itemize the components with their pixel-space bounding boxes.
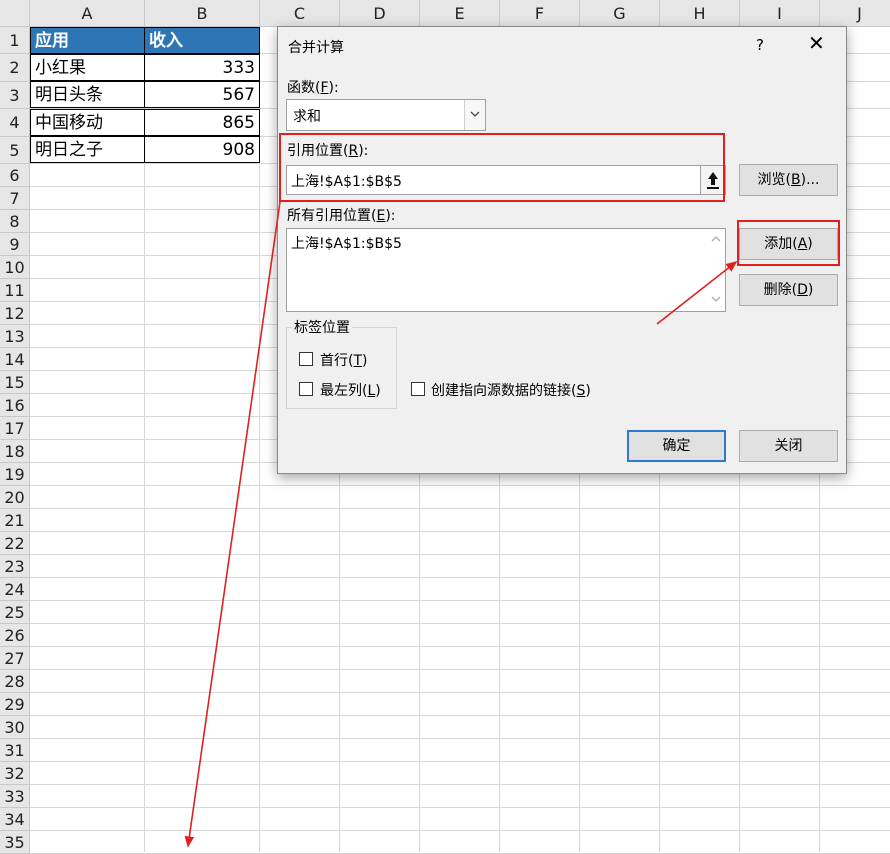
row-header-17[interactable]: 17 <box>0 417 30 440</box>
row-header-21[interactable]: 21 <box>0 509 30 532</box>
row-header-22[interactable]: 22 <box>0 532 30 555</box>
link-to-source-checkbox[interactable] <box>411 382 425 396</box>
grid-hline <box>30 531 890 532</box>
row-header-23[interactable]: 23 <box>0 555 30 578</box>
left-column-checkbox[interactable] <box>299 382 313 396</box>
close-icon[interactable]: ✕ <box>808 33 825 53</box>
grid-hline <box>30 692 890 693</box>
row-header-12[interactable]: 12 <box>0 302 30 325</box>
all-references-label: 所有引用位置(E): <box>287 208 396 224</box>
column-header-j[interactable]: J <box>820 0 890 27</box>
grid-hline <box>30 738 890 739</box>
left-column-label: 最左列(L) <box>320 383 381 399</box>
scrollbar[interactable] <box>707 229 725 311</box>
row-header-19[interactable]: 19 <box>0 463 30 486</box>
row-header-1[interactable]: 1 <box>0 27 30 55</box>
grid-hline <box>30 623 890 624</box>
cell-b2[interactable]: 333 <box>144 54 260 81</box>
column-header-g[interactable]: G <box>580 0 660 27</box>
row-header-30[interactable]: 30 <box>0 716 30 739</box>
column-header-c[interactable]: C <box>260 0 340 27</box>
select-all-corner[interactable] <box>0 0 30 27</box>
grid-hline <box>30 554 890 555</box>
row-header-4[interactable]: 4 <box>0 109 30 137</box>
column-header-b[interactable]: B <box>145 0 260 27</box>
grid-hline <box>30 761 890 762</box>
row-header-3[interactable]: 3 <box>0 81 30 110</box>
help-icon[interactable]: ? <box>756 36 764 54</box>
function-value: 求和 <box>293 109 321 125</box>
first-row-label: 首行(T) <box>320 353 368 369</box>
row-header-8[interactable]: 8 <box>0 210 30 233</box>
row-header-35[interactable]: 35 <box>0 831 30 854</box>
row-header-5[interactable]: 5 <box>0 136 30 164</box>
grid-hline <box>30 600 890 601</box>
cell-a4[interactable]: 中国移动 <box>30 109 145 136</box>
row-header-31[interactable]: 31 <box>0 739 30 762</box>
ok-button[interactable]: 确定 <box>627 430 726 462</box>
dialog-title: 合并计算 <box>288 40 344 56</box>
column-header-f[interactable]: F <box>500 0 580 27</box>
close-button[interactable]: 关闭 <box>739 430 838 462</box>
row-header-16[interactable]: 16 <box>0 394 30 417</box>
function-select[interactable]: 求和 <box>286 99 486 131</box>
grid-hline <box>30 508 890 509</box>
grid-hline <box>30 577 890 578</box>
row-header-29[interactable]: 29 <box>0 693 30 716</box>
row-header-13[interactable]: 13 <box>0 325 30 348</box>
label-position-title: 标签位置 <box>292 317 352 337</box>
row-header-18[interactable]: 18 <box>0 440 30 463</box>
list-item[interactable]: 上海!$A$1:$B$5 <box>291 233 402 253</box>
cell-b3[interactable]: 567 <box>144 81 260 108</box>
add-button-highlight-box <box>737 220 840 266</box>
row-header-24[interactable]: 24 <box>0 578 30 601</box>
grid-hline <box>30 646 890 647</box>
cell-a5[interactable]: 明日之子 <box>30 136 145 163</box>
row-header-10[interactable]: 10 <box>0 256 30 279</box>
grid-hline <box>30 669 890 670</box>
row-header-26[interactable]: 26 <box>0 624 30 647</box>
row-header-11[interactable]: 11 <box>0 279 30 302</box>
grid-hline <box>30 807 890 808</box>
row-header-9[interactable]: 9 <box>0 233 30 256</box>
column-header-e[interactable]: E <box>420 0 500 27</box>
first-row-checkbox[interactable] <box>299 352 313 366</box>
row-header-6[interactable]: 6 <box>0 164 30 187</box>
row-header-2[interactable]: 2 <box>0 54 30 82</box>
row-header-25[interactable]: 25 <box>0 601 30 624</box>
reference-highlight-box <box>279 133 725 202</box>
function-label: 函数(F): <box>287 80 339 96</box>
row-header-14[interactable]: 14 <box>0 348 30 371</box>
cell-b5[interactable]: 908 <box>144 136 260 163</box>
chevron-down-icon[interactable] <box>464 100 485 130</box>
browse-button[interactable]: 浏览(B)... <box>739 164 838 196</box>
column-header-i[interactable]: I <box>740 0 820 27</box>
grid-hline <box>30 830 890 831</box>
row-header-34[interactable]: 34 <box>0 808 30 831</box>
cell-a2[interactable]: 小红果 <box>30 54 145 81</box>
column-header-a[interactable]: A <box>30 0 145 27</box>
delete-button[interactable]: 删除(D) <box>739 274 838 306</box>
column-header-d[interactable]: D <box>340 0 420 27</box>
row-header-7[interactable]: 7 <box>0 187 30 210</box>
row-header-32[interactable]: 32 <box>0 762 30 785</box>
grid-hline <box>30 784 890 785</box>
row-header-28[interactable]: 28 <box>0 670 30 693</box>
link-to-source-label: 创建指向源数据的链接(S) <box>431 383 591 399</box>
row-header-27[interactable]: 27 <box>0 647 30 670</box>
row-header-33[interactable]: 33 <box>0 785 30 808</box>
all-references-list[interactable]: 上海!$A$1:$B$5 <box>286 228 726 312</box>
row-header-20[interactable]: 20 <box>0 486 30 509</box>
cell-b4[interactable]: 865 <box>144 109 260 136</box>
column-header-h[interactable]: H <box>660 0 740 27</box>
cell-a1[interactable]: 应用 <box>30 27 145 54</box>
cell-a3[interactable]: 明日头条 <box>30 81 145 108</box>
grid-hline <box>30 485 890 486</box>
grid-hline <box>30 715 890 716</box>
row-header-15[interactable]: 15 <box>0 371 30 394</box>
cell-b1[interactable]: 收入 <box>144 27 260 54</box>
